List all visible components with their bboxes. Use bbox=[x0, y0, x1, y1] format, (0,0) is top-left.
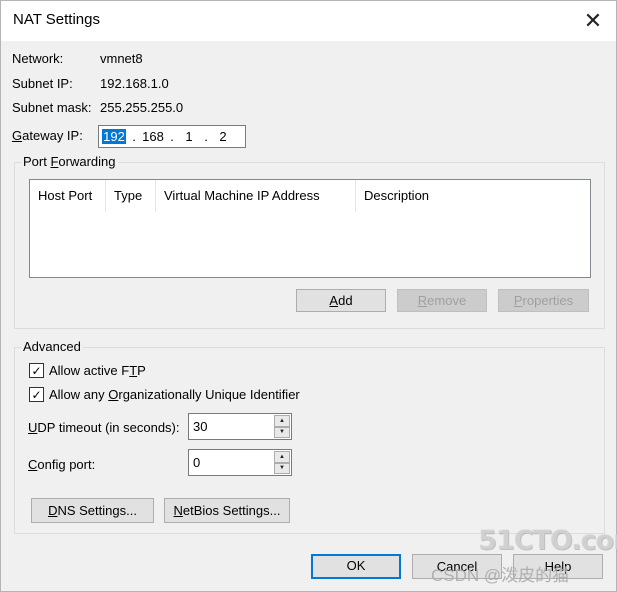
network-value: vmnet8 bbox=[100, 51, 143, 66]
spin-down-icon[interactable]: ▼ bbox=[274, 426, 290, 438]
ok-button[interactable]: OK bbox=[311, 554, 401, 579]
list-header: Host Port Type Virtual Machine IP Addres… bbox=[30, 180, 590, 212]
octet-separator: . bbox=[132, 129, 136, 144]
subnet-ip-label: Subnet IP: bbox=[12, 76, 73, 91]
gateway-ip-label-accel: G bbox=[12, 128, 23, 143]
port-forwarding-title: Port Forwarding bbox=[21, 154, 118, 169]
config-port-value[interactable]: 0 bbox=[193, 455, 200, 470]
advanced-title: Advanced bbox=[21, 339, 83, 354]
dns-settings-button[interactable]: DNS Settings... bbox=[31, 498, 154, 523]
column-type[interactable]: Type bbox=[106, 180, 156, 212]
add-button[interactable]: Add bbox=[296, 289, 386, 312]
udp-timeout-arrows: ▲ ▼ bbox=[274, 415, 290, 438]
gateway-ip-label-text: ateway IP: bbox=[22, 128, 83, 143]
config-port-label: Config port: bbox=[28, 457, 96, 472]
gateway-octet-4[interactable]: 2 bbox=[211, 129, 235, 144]
octet-separator: . bbox=[204, 129, 208, 144]
properties-button[interactable]: Properties bbox=[498, 289, 589, 312]
gateway-octet-3[interactable]: 1 bbox=[177, 129, 201, 144]
allow-oui-checkbox[interactable]: ✓ bbox=[29, 387, 44, 402]
close-icon[interactable]: ✕ bbox=[570, 1, 616, 41]
udp-timeout-value[interactable]: 30 bbox=[193, 419, 207, 434]
config-port-arrows: ▲ ▼ bbox=[274, 451, 290, 474]
subnet-mask-label: Subnet mask: bbox=[12, 100, 92, 115]
column-vm-ip-address[interactable]: Virtual Machine IP Address bbox=[156, 180, 356, 212]
gateway-octet-1-selected: 192 bbox=[102, 129, 126, 144]
gateway-octet-1[interactable]: 192 bbox=[99, 129, 129, 144]
nat-settings-dialog: NAT Settings ✕ Network: vmnet8 Subnet IP… bbox=[0, 0, 617, 592]
allow-active-ftp-row[interactable]: ✓ Allow active FTP bbox=[29, 363, 146, 378]
gateway-ip-label: Gateway IP: bbox=[12, 128, 83, 143]
network-label: Network: bbox=[12, 51, 64, 66]
gateway-ip-input[interactable]: 192 . 168 . 1 . 2 bbox=[98, 125, 246, 148]
credit-watermark: CSDN @泼皮的猫 bbox=[431, 566, 570, 585]
udp-timeout-label: UDP timeout (in seconds): bbox=[28, 420, 180, 435]
spin-up-icon[interactable]: ▲ bbox=[274, 415, 290, 427]
spin-up-icon[interactable]: ▲ bbox=[274, 451, 290, 463]
config-port-spinner[interactable]: 0 ▲ ▼ bbox=[188, 449, 292, 476]
window-title: NAT Settings bbox=[13, 11, 100, 28]
port-forwarding-list[interactable]: Host Port Type Virtual Machine IP Addres… bbox=[29, 179, 591, 278]
subnet-mask-value: 255.255.255.0 bbox=[100, 100, 184, 115]
spin-down-icon[interactable]: ▼ bbox=[274, 462, 290, 474]
allow-oui-label: Allow any Organizationally Unique Identi… bbox=[49, 387, 300, 402]
remove-button[interactable]: Remove bbox=[397, 289, 487, 312]
netbios-settings-button[interactable]: NetBios Settings... bbox=[164, 498, 290, 523]
allow-active-ftp-label: Allow active FTP bbox=[49, 363, 146, 378]
gateway-octet-2[interactable]: 168 bbox=[139, 129, 167, 144]
title-bar: NAT Settings ✕ bbox=[1, 1, 616, 41]
udp-timeout-spinner[interactable]: 30 ▲ ▼ bbox=[188, 413, 292, 440]
site-watermark: 51CTO.com bbox=[478, 525, 617, 556]
column-description[interactable]: Description bbox=[356, 180, 588, 212]
column-host-port[interactable]: Host Port bbox=[30, 180, 106, 212]
allow-active-ftp-checkbox[interactable]: ✓ bbox=[29, 363, 44, 378]
octet-separator: . bbox=[170, 129, 174, 144]
allow-oui-row[interactable]: ✓ Allow any Organizationally Unique Iden… bbox=[29, 387, 300, 402]
subnet-ip-value: 192.168.1.0 bbox=[100, 76, 169, 91]
